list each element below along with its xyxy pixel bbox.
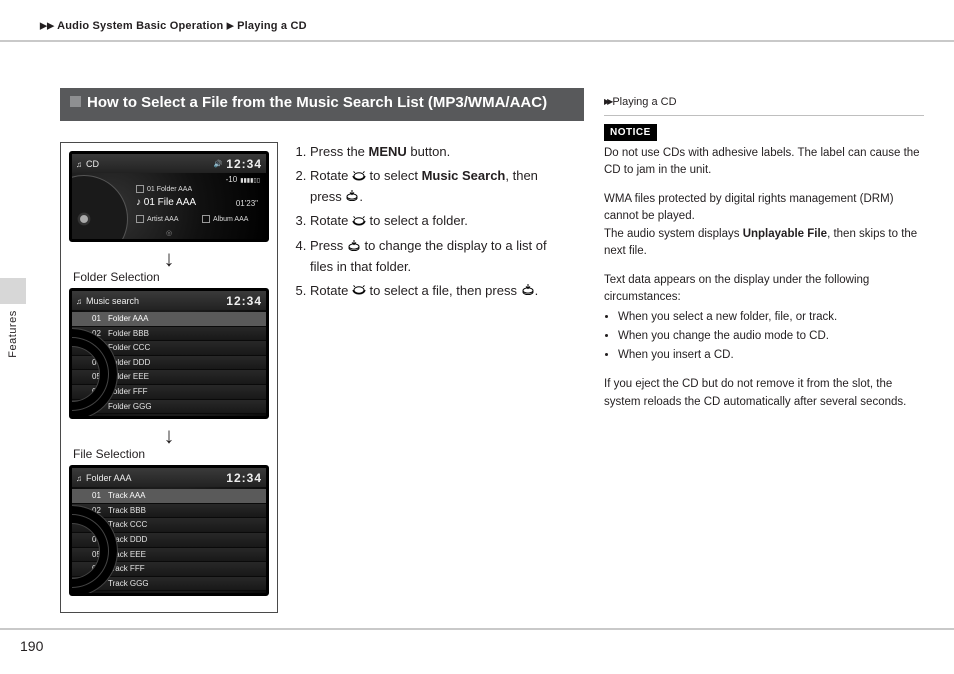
note-paragraph: Do not use CDs with adhesive labels. The…	[604, 145, 924, 180]
screen-cd-nowplaying: ♫ CD 🔊 12:34 -10▮▮▮▮▯▯ 01 Folder AAA ♪ 0…	[69, 151, 269, 242]
divider	[604, 115, 924, 116]
note-bullet: When you insert a CD.	[618, 347, 924, 364]
note-paragraph: Text data appears on the display under t…	[604, 272, 924, 307]
chevron-icon: ▶	[227, 21, 234, 31]
clock: 12:34	[226, 294, 262, 308]
breadcrumb-a: Audio System Basic Operation	[57, 20, 223, 32]
note-paragraph: WMA files protected by digital rights ma…	[604, 191, 924, 260]
breadcrumb: ▶▶ Audio System Basic Operation ▶ Playin…	[40, 20, 307, 32]
db-level: -10▮▮▮▮▯▯	[226, 175, 260, 184]
label-folder-selection: Folder Selection	[73, 270, 271, 284]
music-note-icon: ♫	[76, 160, 82, 169]
rotate-dial-icon	[352, 212, 366, 232]
screenshot-group: ♫ CD 🔊 12:34 -10▮▮▮▮▯▯ 01 Folder AAA ♪ 0…	[60, 142, 278, 613]
chevron-icon: ▶▶	[40, 21, 54, 31]
side-tab: Features	[0, 304, 26, 364]
duration: 01'23"	[236, 199, 258, 208]
note-bullets: When you select a new folder, file, or t…	[604, 309, 924, 365]
divider	[0, 40, 954, 42]
list-item: 01Folder AAA	[72, 312, 266, 327]
side-tab-shadow	[0, 278, 26, 304]
notes-heading: ▶▶ Playing a CD	[604, 94, 924, 111]
instruction-list: Press the MENU button. Rotate to select …	[290, 142, 566, 305]
page-number: 190	[20, 638, 43, 654]
clock: 12:34	[226, 471, 262, 485]
notes-column: ▶▶ Playing a CD NOTICE Do not use CDs wi…	[604, 94, 924, 423]
screen-title: Music search	[86, 296, 226, 306]
screen-title: Folder AAA	[86, 473, 226, 483]
push-dial-icon	[521, 281, 535, 301]
track-info: 01 Folder AAA	[136, 185, 192, 193]
note-bullet: When you change the audio mode to CD.	[618, 328, 924, 345]
note-bullet: When you select a new folder, file, or t…	[618, 309, 924, 326]
screen-file-list: ♫ Folder AAA 12:34 01Track AAA02Track BB…	[69, 465, 269, 596]
note-paragraph: If you eject the CD but do not remove it…	[604, 376, 924, 411]
down-arrow-icon: ↓	[67, 248, 271, 270]
album: Album AAA	[202, 215, 248, 223]
list-item: 01Track AAA	[72, 489, 266, 504]
music-note-icon: ♫	[76, 474, 82, 483]
push-dial-icon	[347, 237, 361, 257]
file-name: ♪ 01 File AAA	[136, 197, 196, 208]
step-5: Rotate to select a file, then press .	[310, 281, 566, 302]
rotate-dial-icon	[352, 167, 366, 187]
rotate-dial-icon	[352, 281, 366, 301]
side-tab-label: Features	[7, 310, 19, 357]
divider	[0, 628, 954, 630]
volume-icon: 🔊	[214, 160, 223, 168]
screen-folder-list: ♫ Music search 12:34 01Folder AAA02Folde…	[69, 288, 269, 419]
cd-footer-icon: ◎	[166, 229, 172, 237]
screen-title: CD	[86, 159, 214, 169]
down-arrow-icon: ↓	[67, 425, 271, 447]
notice-badge: NOTICE	[604, 124, 657, 141]
step-4: Press to change the display to a list of…	[310, 236, 566, 277]
clock: 12:34	[226, 157, 262, 171]
chevron-icon: ▶▶	[604, 96, 610, 108]
step-3: Rotate to select a folder.	[310, 211, 566, 232]
artist: Artist AAA	[136, 215, 179, 223]
push-dial-icon	[345, 187, 359, 207]
disc-icon	[69, 175, 128, 242]
breadcrumb-b: Playing a CD	[237, 20, 307, 32]
music-note-icon: ♫	[76, 297, 82, 306]
step-2: Rotate to select Music Search, then pres…	[310, 166, 566, 207]
step-1: Press the MENU button.	[310, 142, 566, 162]
label-file-selection: File Selection	[73, 447, 271, 461]
